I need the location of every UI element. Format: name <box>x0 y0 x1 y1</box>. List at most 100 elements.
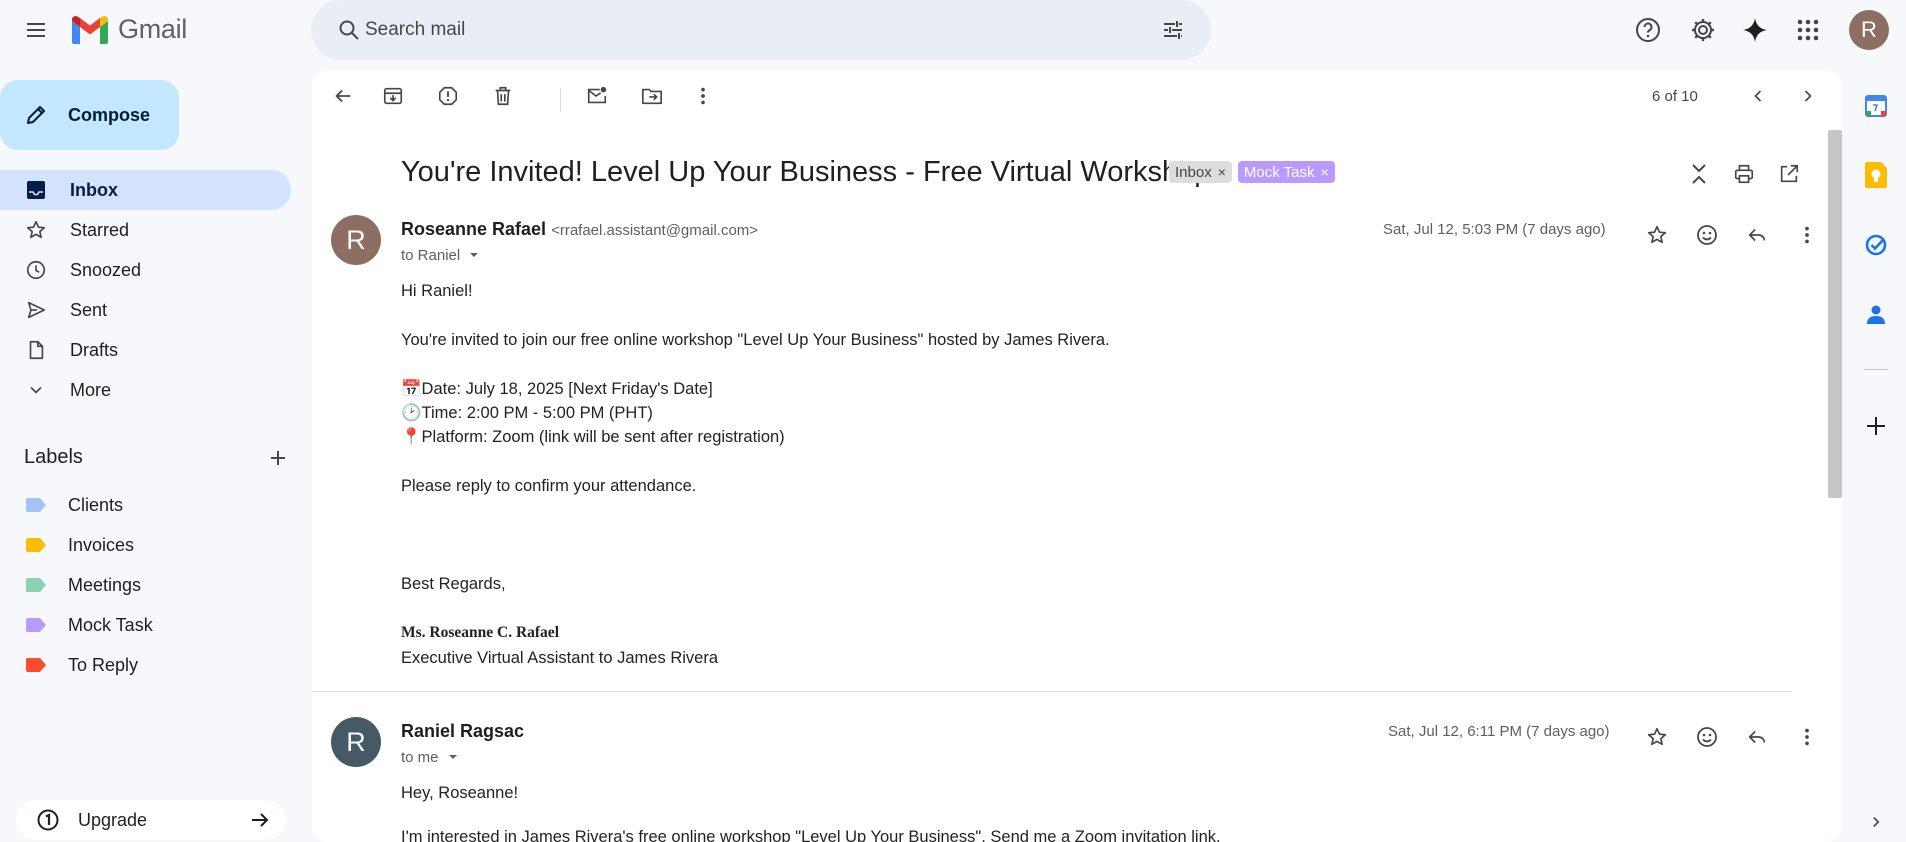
label-item-label: Invoices <box>68 534 135 555</box>
star-message-button[interactable] <box>1637 215 1677 255</box>
search-icon <box>339 20 359 40</box>
archive-button[interactable] <box>373 76 413 116</box>
report-icon <box>438 86 458 106</box>
label-item-mock-task[interactable]: Mock Task <box>0 605 291 645</box>
label-item-invoices[interactable]: Invoices <box>0 525 291 565</box>
remove-label-icon[interactable]: × <box>1320 164 1328 180</box>
more-vert-icon <box>1805 728 1809 746</box>
help-button[interactable] <box>1624 6 1672 54</box>
sidebar-item-drafts[interactable]: Drafts <box>0 330 291 370</box>
add-reaction-button[interactable] <box>1687 717 1727 757</box>
upgrade-icon <box>37 809 59 831</box>
reply-button[interactable] <box>1737 717 1777 757</box>
sender-avatar[interactable]: R <box>331 717 381 767</box>
mark-unread-icon <box>587 86 607 104</box>
search-input[interactable] <box>365 0 1145 60</box>
collapse-all-button[interactable] <box>1679 154 1719 194</box>
message-more-button[interactable] <box>1787 215 1827 255</box>
more-actions-button[interactable] <box>683 76 723 116</box>
message-view: 6 of 10 You're Invited! Level Up Your Bu… <box>312 70 1842 842</box>
upgrade-button[interactable]: Upgrade <box>16 800 286 840</box>
search-bar[interactable] <box>311 0 1211 60</box>
label-chip-inbox[interactable]: Inbox × <box>1169 161 1232 183</box>
gmail-logo[interactable]: Gmail <box>70 14 187 45</box>
hide-side-panel-button[interactable] <box>1856 802 1896 842</box>
sidebar-item-label: Sent <box>70 299 108 320</box>
reply-icon <box>1748 730 1766 744</box>
recipients-toggle[interactable]: to me <box>401 747 463 767</box>
calendar-app-button[interactable] <box>1856 86 1896 126</box>
sender-name[interactable]: Raniel Ragsac <box>401 721 524 741</box>
star-icon <box>1647 225 1667 244</box>
help-icon <box>1636 18 1660 42</box>
chevron-down-icon <box>24 378 48 402</box>
emoji-icon <box>1697 225 1717 245</box>
compose-button[interactable]: Compose <box>0 80 179 150</box>
recipients-toggle[interactable]: to Raniel <box>401 245 484 265</box>
emoji-icon <box>1697 727 1717 747</box>
message-more-button[interactable] <box>1787 717 1827 757</box>
star-icon <box>24 218 48 242</box>
older-button[interactable] <box>1788 76 1828 116</box>
sidebar-item-snoozed[interactable]: Snoozed <box>0 250 291 290</box>
collapse-icon <box>1692 164 1706 184</box>
print-button[interactable] <box>1724 154 1764 194</box>
label-tag-shape <box>26 618 46 632</box>
get-addons-button[interactable] <box>1856 406 1896 446</box>
trash-icon <box>495 86 511 106</box>
chevron-right-icon <box>1873 816 1880 828</box>
sidebar-item-label: Snoozed <box>70 259 142 280</box>
sender-avatar[interactable]: R <box>331 215 381 265</box>
mark-unread-button[interactable] <box>577 76 617 116</box>
sidebar-item-label: Drafts <box>70 339 119 360</box>
contacts-app-button[interactable] <box>1856 295 1896 335</box>
sidebar-item-label: Inbox <box>70 179 118 200</box>
sidebar-item-inbox[interactable]: Inbox <box>0 170 291 210</box>
remove-label-icon[interactable]: × <box>1218 164 1226 180</box>
newer-button[interactable] <box>1738 76 1778 116</box>
reply-button[interactable] <box>1737 215 1777 255</box>
label-item-clients[interactable]: Clients <box>0 485 291 525</box>
back-button[interactable] <box>323 76 363 116</box>
sender-info: Roseanne Rafael <rrafael.assistant@gmail.… <box>401 219 758 240</box>
create-label-button[interactable] <box>254 434 302 482</box>
apps-grid-icon <box>1797 19 1819 41</box>
scrollbar-thumb[interactable] <box>1828 130 1842 498</box>
label-chip-text: Inbox <box>1175 163 1212 181</box>
label-item-to-reply[interactable]: To Reply <box>0 645 291 685</box>
upgrade-label: Upgrade <box>78 809 148 830</box>
move-to-button[interactable] <box>632 76 672 116</box>
search-options-button[interactable] <box>1149 6 1197 54</box>
body-date: 📅Date: July 18, 2025 [Next Friday's Date… <box>401 380 713 398</box>
sidebar-item-more[interactable]: More <box>0 370 291 410</box>
delete-button[interactable] <box>483 76 523 116</box>
label-chip-mock-task[interactable]: Mock Task × <box>1237 161 1335 183</box>
star-message-button[interactable] <box>1637 717 1677 757</box>
add-reaction-button[interactable] <box>1687 215 1727 255</box>
gear-icon <box>1692 19 1714 41</box>
open-in-new-icon <box>1780 164 1799 183</box>
gemini-button[interactable] <box>1731 6 1779 54</box>
keep-app-button[interactable] <box>1856 155 1896 195</box>
sidebar-item-starred[interactable]: Starred <box>0 210 291 250</box>
report-spam-button[interactable] <box>428 76 468 116</box>
chevron-right-icon <box>1804 90 1812 102</box>
sidebar-item-sent[interactable]: Sent <box>0 290 291 330</box>
account-avatar[interactable]: R <box>1849 10 1889 50</box>
subject-labels: Inbox × Mock Task × <box>1169 161 1335 183</box>
email-subject: You're Invited! Level Up Your Business -… <box>401 156 1211 188</box>
open-in-new-window-button[interactable] <box>1769 154 1809 194</box>
contacts-icon <box>1867 305 1885 324</box>
arrow-back-icon <box>335 89 351 103</box>
sender-name[interactable]: Roseanne Rafael <box>401 219 546 239</box>
label-item-meetings[interactable]: Meetings <box>0 565 291 605</box>
google-apps-button[interactable] <box>1784 6 1832 54</box>
tasks-app-button[interactable] <box>1856 225 1896 265</box>
star-icon <box>1647 727 1667 746</box>
settings-button[interactable] <box>1679 6 1727 54</box>
label-item-label: To Reply <box>68 654 139 675</box>
tasks-icon <box>1865 234 1887 256</box>
toolbar-divider <box>560 88 561 112</box>
main-menu-button[interactable] <box>12 6 60 54</box>
label-tag-shape <box>26 578 46 592</box>
